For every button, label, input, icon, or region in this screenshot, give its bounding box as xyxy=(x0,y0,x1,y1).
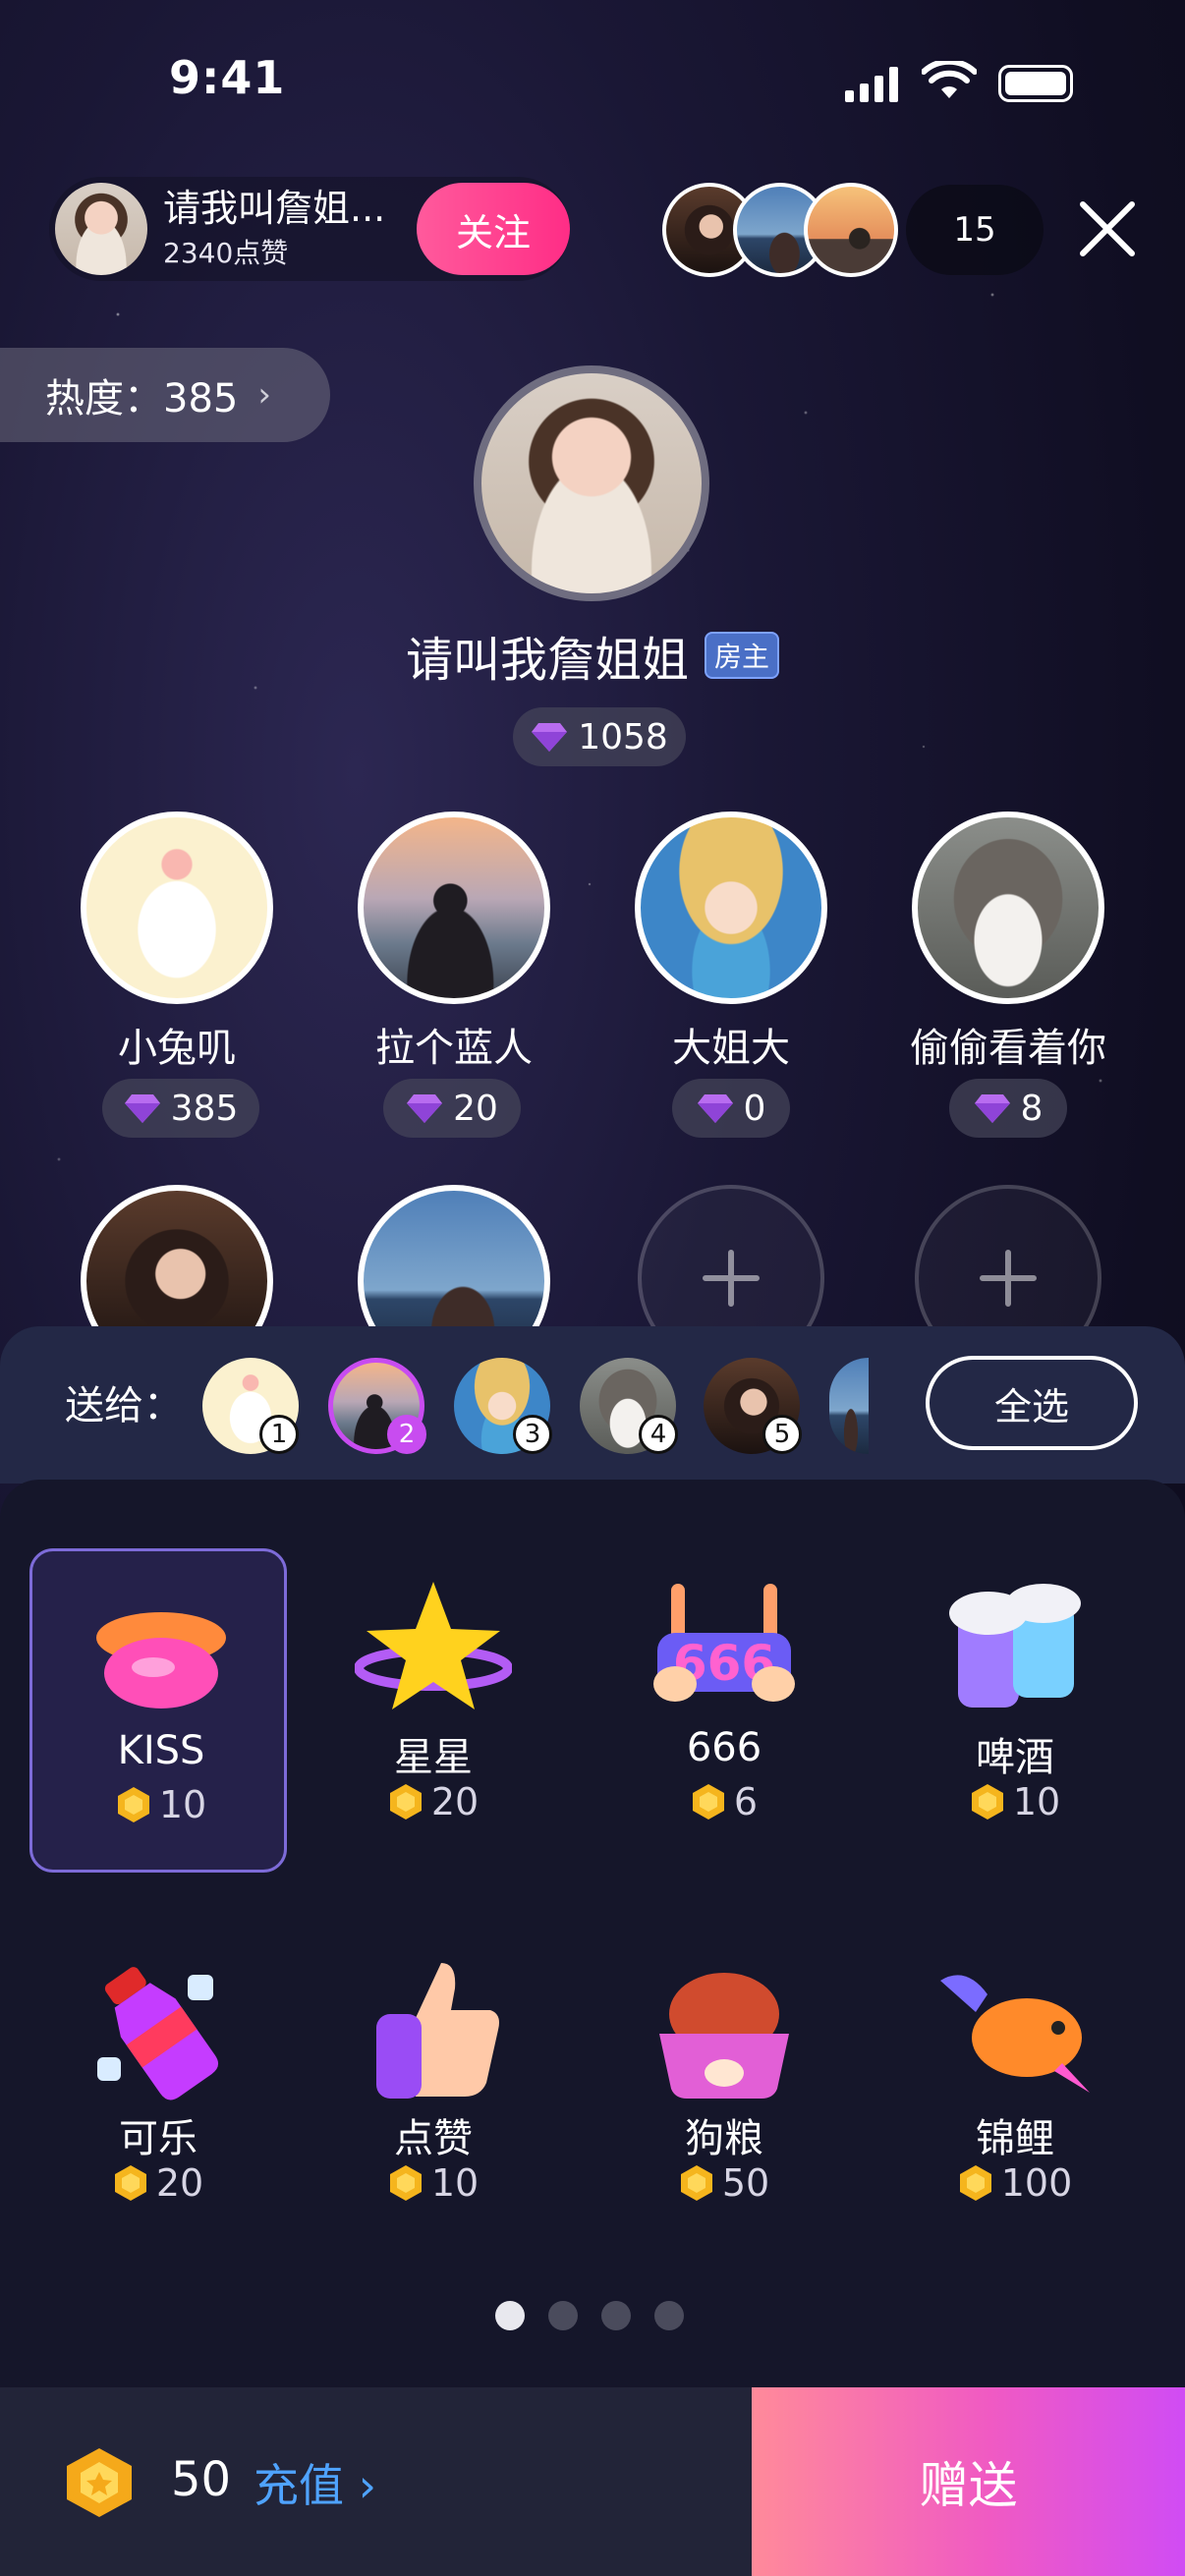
lips-icon xyxy=(96,1612,226,1708)
host-avatar-small[interactable] xyxy=(55,183,147,275)
viewer-avatars[interactable] xyxy=(662,183,898,277)
beer-icon xyxy=(949,1584,1081,1708)
diamond-icon xyxy=(407,1094,443,1123)
cellular-signal-icon xyxy=(845,67,898,102)
coin-balance: 50 xyxy=(171,2452,232,2507)
gift-price: 10 xyxy=(305,2161,562,2205)
follow-button[interactable]: 关注 xyxy=(417,183,570,275)
recharge-link[interactable]: 充值 › xyxy=(254,2450,376,2515)
coin-icon xyxy=(971,1784,1003,1820)
coin-icon xyxy=(114,2165,146,2201)
page-dot[interactable] xyxy=(601,2301,631,2330)
gift-item[interactable]: KISS 10 xyxy=(29,1548,287,1873)
seat-4-gems: 8 xyxy=(949,1079,1067,1138)
battery-icon xyxy=(998,65,1073,102)
coin-icon xyxy=(117,1787,149,1822)
coin-icon xyxy=(680,2165,712,2201)
gift-item[interactable]: 星星 20 xyxy=(305,1548,562,1873)
gift-price: 20 xyxy=(305,1780,562,1823)
star-icon xyxy=(355,1582,512,1709)
recipient-number: 3 xyxy=(513,1415,552,1454)
live-room: { "status_bar": {"time": "9:41"}, "host"… xyxy=(0,0,1185,2576)
heat-badge[interactable]: 热度：385 › xyxy=(0,348,330,442)
gift-price: 100 xyxy=(886,2161,1144,2205)
heat-label: 热度：385 xyxy=(45,376,239,421)
gift-price: 10 xyxy=(32,1783,290,1826)
gift-name: 点赞 xyxy=(394,2116,473,2161)
gift-name: 锦鲤 xyxy=(976,2116,1054,2161)
page-dot-active[interactable] xyxy=(495,2301,525,2330)
seat-1-gems: 385 xyxy=(102,1079,259,1138)
diamond-icon xyxy=(974,1094,1010,1123)
host-name-short: 请我叫詹姐... xyxy=(163,187,386,230)
gift-price: 50 xyxy=(595,2161,853,2205)
666-sign-icon: 666 xyxy=(653,1584,795,1702)
coin-icon xyxy=(389,1784,422,1820)
host-seat-name: 请叫我詹姐姐 xyxy=(405,633,689,688)
gift-name: 星星 xyxy=(394,1735,473,1780)
seat-3-name: 大姐大 xyxy=(672,1026,790,1071)
seat-2-gems: 20 xyxy=(383,1079,521,1138)
page-dot[interactable] xyxy=(548,2301,578,2330)
seat-1-name: 小兔叽 xyxy=(118,1026,236,1071)
seat-3-avatar[interactable] xyxy=(635,812,827,1004)
chevron-right-icon: › xyxy=(257,375,271,415)
page-dot[interactable] xyxy=(654,2301,684,2330)
seat-3-gems: 0 xyxy=(672,1079,790,1138)
seat-2-name: 拉个蓝人 xyxy=(375,1026,533,1071)
send-to-label: 送给： xyxy=(65,1383,183,1428)
viewer-avatar[interactable] xyxy=(804,183,898,277)
host-gem-count: 1058 xyxy=(513,707,686,766)
plus-icon xyxy=(703,1250,760,1307)
recipient-number: 5 xyxy=(762,1415,802,1454)
diamond-icon xyxy=(532,723,568,752)
coin-icon xyxy=(959,2165,991,2201)
seat-4-avatar[interactable] xyxy=(912,812,1104,1004)
gift-price: 10 xyxy=(886,1780,1144,1823)
gift-item[interactable]: 锦鲤 100 xyxy=(886,1930,1144,2254)
gift-name: 啤酒 xyxy=(976,1735,1054,1780)
status-time: 9:41 xyxy=(169,51,286,104)
gift-item[interactable]: 可乐 20 xyxy=(29,1930,287,2254)
page-indicator[interactable] xyxy=(495,2301,684,2330)
gift-item[interactable]: 狗粮 50 xyxy=(595,1930,853,2254)
viewer-count[interactable]: 15 xyxy=(906,185,1044,275)
send-gift-button[interactable]: 赠送 xyxy=(752,2387,1185,2576)
cola-icon xyxy=(97,1967,219,2100)
gift-name: 狗粮 xyxy=(685,2116,763,2161)
gift-item[interactable]: 666 666 6 xyxy=(595,1548,853,1873)
koi-fish-icon xyxy=(940,1975,1090,2093)
gift-name: 可乐 xyxy=(119,2116,198,2161)
host-seat-avatar[interactable] xyxy=(474,365,709,601)
coin-icon xyxy=(692,1784,724,1820)
gift-item[interactable]: 啤酒 10 xyxy=(886,1548,1144,1873)
seat-1-avatar[interactable] xyxy=(81,812,273,1004)
recipient-number: 4 xyxy=(639,1415,678,1454)
wifi-icon xyxy=(922,61,977,98)
dog-food-icon xyxy=(659,1973,789,2099)
select-all-button[interactable]: 全选 xyxy=(926,1356,1138,1450)
diamond-icon xyxy=(697,1094,733,1123)
host-likes: 2340点赞 xyxy=(163,237,289,269)
gift-item[interactable]: 点赞 10 xyxy=(305,1930,562,2254)
seat-4-name: 偷偷看着你 xyxy=(910,1026,1106,1071)
thumbs-up-icon xyxy=(376,1963,499,2099)
gift-name: KISS xyxy=(117,1728,205,1773)
diamond-icon xyxy=(124,1094,160,1123)
host-seat-name-row: 请叫我詹姐姐 房主 xyxy=(295,621,890,690)
seat-2-avatar[interactable] xyxy=(358,812,550,1004)
gift-name: 666 xyxy=(686,1725,762,1770)
recipient-number: 1 xyxy=(259,1415,299,1454)
gift-price: 20 xyxy=(29,2161,287,2205)
recipient-number: 2 xyxy=(387,1415,426,1454)
chevron-right-icon: › xyxy=(358,2459,377,2512)
coin-icon xyxy=(67,2448,132,2517)
coin-icon xyxy=(389,2165,422,2201)
plus-icon xyxy=(980,1250,1037,1307)
host-role-tag: 房主 xyxy=(705,632,780,679)
gift-price: 6 xyxy=(595,1780,853,1823)
close-icon[interactable] xyxy=(1077,198,1138,259)
